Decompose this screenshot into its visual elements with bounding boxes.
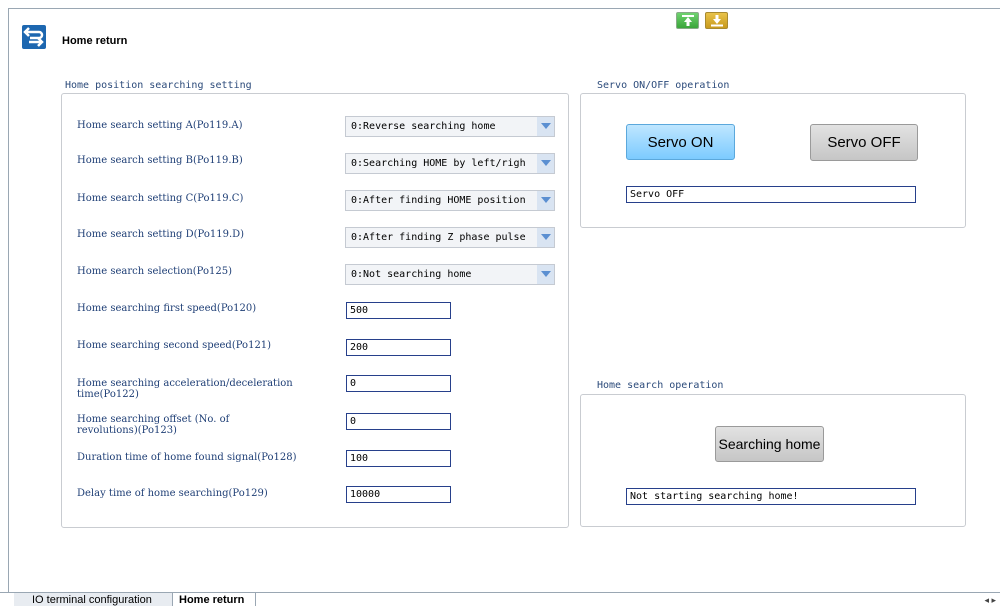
label-setting-d: Home search setting D(Po119.D) [77,229,245,240]
delay-time-input[interactable]: 10000 [346,486,451,503]
first-speed-input[interactable]: 500 [346,302,451,319]
tab-scroll-arrows[interactable]: ◂ ▸ [984,593,996,606]
offset-input[interactable]: 0 [346,413,451,430]
page-title: Home return [62,35,128,47]
home-op-status-field: Not starting searching home! [626,488,916,505]
servo-title: Servo ON/OFF operation [597,80,730,91]
home-setting-title: Home position searching setting [65,80,252,91]
label-second-speed: Home searching second speed(Po121) [77,340,272,351]
combo-search-selection[interactable]: 0:Not searching home [345,264,555,285]
duration-time-input[interactable]: 100 [346,450,451,467]
combo-value: 0:After finding HOME position [351,195,526,206]
download-button[interactable] [705,12,728,29]
label-delay-time: Delay time of home searching(Po129) [77,488,268,499]
combo-value: 0:After finding Z phase pulse [351,232,526,243]
chevron-down-icon[interactable] [537,154,554,173]
accel-time-input[interactable]: 0 [346,375,451,392]
tab-home-return[interactable]: Home return [172,593,256,606]
label-accel-time: Home searching acceleration/deceleration… [77,378,293,400]
label-setting-a: Home search setting A(Po119.A) [77,120,243,131]
tab-bar: IO terminal configuration Home return ◂ … [0,592,1000,606]
home-op-title: Home search operation [597,380,724,391]
tab-io-terminal-configuration[interactable]: IO terminal configuration [14,593,174,606]
combo-setting-c[interactable]: 0:After finding HOME position [345,190,555,211]
servo-on-button[interactable]: Servo ON [626,124,735,160]
chevron-down-icon[interactable] [537,228,554,247]
label-duration-time: Duration time of home found signal(Po128… [77,452,297,463]
label-first-speed: Home searching first speed(Po120) [77,303,257,314]
combo-setting-a[interactable]: 0:Reverse searching home [345,116,555,137]
servo-status-field: Servo OFF [626,186,916,203]
home-return-icon [22,25,46,49]
servo-off-button[interactable]: Servo OFF [810,124,918,161]
searching-home-button[interactable]: Searching home [715,426,824,462]
chevron-down-icon[interactable] [537,191,554,210]
label-search-selection: Home search selection(Po125) [77,266,233,277]
upload-button[interactable] [676,12,699,29]
combo-setting-d[interactable]: 0:After finding Z phase pulse [345,227,555,248]
combo-setting-b[interactable]: 0:Searching HOME by left/righ [345,153,555,174]
download-icon [710,15,723,27]
label-setting-b: Home search setting B(Po119.B) [77,155,243,166]
chevron-down-icon[interactable] [537,117,554,136]
combo-value: 0:Reverse searching home [351,121,496,132]
label-setting-c: Home search setting C(Po119.C) [77,193,244,204]
combo-value: 0:Not searching home [351,269,472,280]
second-speed-input[interactable]: 200 [346,339,451,356]
label-offset: Home searching offset (No. of revolution… [77,414,230,436]
upload-icon [681,15,694,26]
chevron-down-icon[interactable] [537,265,554,284]
combo-value: 0:Searching HOME by left/righ [351,158,526,169]
